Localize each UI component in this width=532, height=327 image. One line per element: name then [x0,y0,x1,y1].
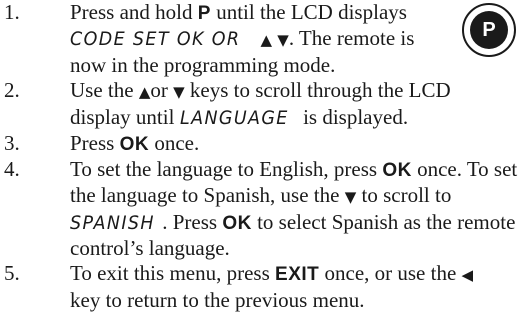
step-text-segment: . Press [162,210,223,234]
step-text: To set the language to English, press OK… [70,157,517,260]
step-text-segment: once. To set [411,157,518,181]
up-arrow-icon: ▲ [260,31,273,49]
step-number: 3. [4,131,20,155]
instruction-step: 5. To exit this menu, press EXIT once, or… [0,261,532,313]
step-text-segment: to scroll to [356,183,452,207]
remote-key-name: OK [119,134,150,155]
remote-key-name: P [197,3,211,24]
step-text-segment: To exit this menu, press [70,261,276,285]
program-button-label: P [470,11,508,49]
up-arrow-icon: ▲ [138,83,151,101]
lcd-display-text: SPANISH [70,212,155,234]
instruction-step: 4. To set the language to English, press … [0,157,532,261]
step-text-segment: once, or use the [319,261,462,285]
step-number: 2. [4,78,20,102]
instruction-step: 3. Press OK once. [0,131,532,157]
step-text-segment: or [150,78,174,102]
step-text: Press OK once. [70,131,199,155]
step-number: 5. [4,261,20,285]
lcd-display-text: LANGUAGE [179,107,289,129]
step-text-segment: to select Spanish as the remote [251,210,516,234]
step-text-segment: Press and hold [70,0,198,24]
step-text: Use the ▲or ▼ keys to scroll through the… [70,78,451,129]
left-arrow-icon: ◀ [461,266,474,284]
step-text-segment: Use the [70,78,139,102]
remote-key-name: OK [222,213,252,234]
step-text-segment: once. [149,131,200,155]
remote-key-name: EXIT [275,264,320,285]
step-text-segment: key to return to the previous menu. [70,288,365,312]
step-number: 1. [4,0,20,24]
step-text-segment: is displayed. [297,105,409,129]
step-text: Press and hold P until the LCD displays C… [70,0,414,77]
step-number: 4. [4,157,20,181]
step-text-segment: now in the programming mode. [70,53,336,77]
instruction-step: 1. Press and hold P until the LCD display… [0,0,532,78]
down-arrow-icon: ▼ [344,188,357,206]
lcd-display-text: CODE SET OK OR [70,28,241,50]
step-text-segment: keys to scroll through the LCD [184,78,451,102]
step-text-segment: . The remote is [288,26,415,50]
step-text-segment: until the LCD displays [210,0,407,24]
step-text-segment: control’s language. [70,236,230,260]
step-text-segment: Press [70,131,120,155]
down-arrow-icon: ▼ [173,83,185,101]
down-arrow-icon: ▼ [277,31,289,49]
instruction-step: 2. Use the ▲or ▼ keys to scroll through t… [0,78,532,131]
program-button-icon: P [462,3,516,57]
step-text-segment: To set the language to English, press [70,157,383,181]
step-text: To exit this menu, press EXIT once, or u… [70,261,473,312]
remote-key-name: OK [382,160,412,181]
instruction-list: 1. Press and hold P until the LCD display… [0,0,532,313]
step-text-segment: the language to Spanish, use the [70,183,345,207]
step-text-segment: display until [70,105,180,129]
